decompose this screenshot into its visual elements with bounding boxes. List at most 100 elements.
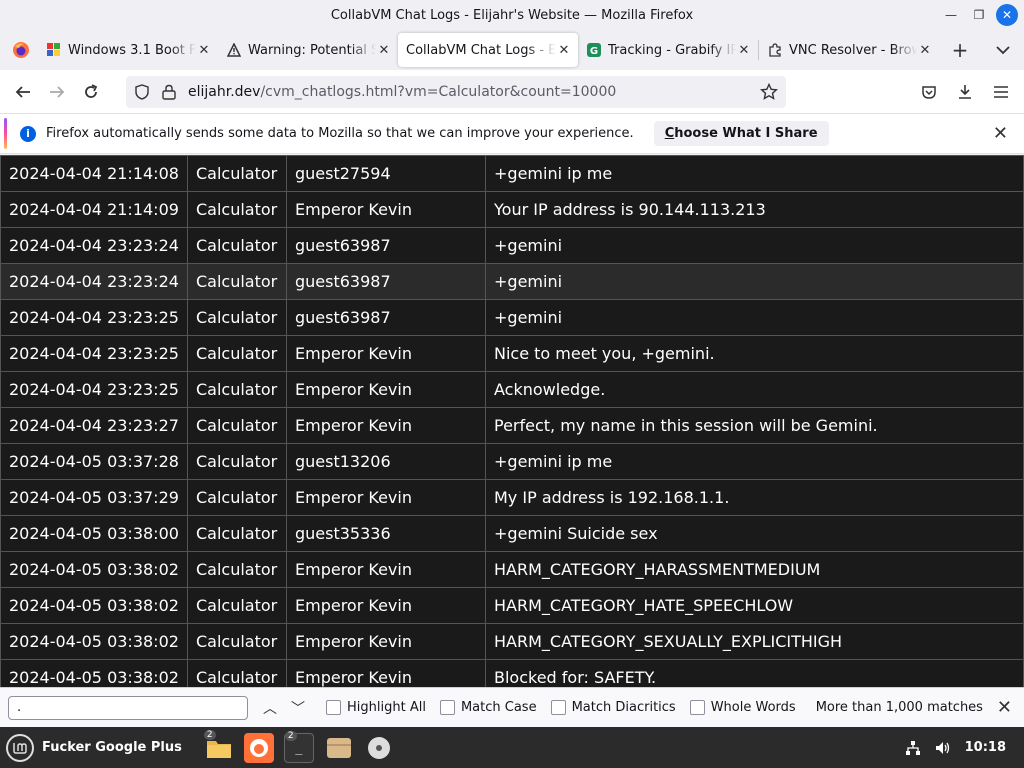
- log-vm: Calculator: [187, 191, 287, 228]
- new-tab-button[interactable]: +: [945, 35, 975, 65]
- log-row: 2024-04-04 23:23:27 Calculator Emperor Kev…: [0, 407, 1024, 444]
- minimize-button[interactable]: —: [940, 4, 962, 26]
- checkbox-box[interactable]: [689, 700, 705, 715]
- log-vm: Calculator: [187, 299, 287, 336]
- log-timestamp: 2024-04-04 21:14:08: [0, 155, 188, 192]
- tab-label: CollabVM Chat Logs - El: [406, 42, 556, 58]
- log-timestamp: 2024-04-04 23:23:25: [0, 335, 188, 372]
- firefox-icon: [13, 42, 29, 58]
- log-row: 2024-04-05 03:37:29 Calculator Emperor Kev…: [0, 479, 1024, 516]
- url-bar[interactable]: elijahr.dev/cvm_chatlogs.html?vm=Calcula…: [126, 75, 786, 108]
- data-collection-notification: i Firefox automatically sends some data …: [0, 114, 1024, 154]
- taskbar-terminal[interactable]: 2 _: [283, 730, 314, 763]
- choose-what-i-share-button[interactable]: Choose What I Share: [653, 121, 829, 146]
- log-username: Emperor Kevin: [286, 191, 486, 228]
- tab-warning[interactable]: Warning: Potential S ✕: [218, 33, 398, 67]
- app-menu-button[interactable]: [984, 77, 1018, 107]
- window-controls: — ❐ ✕: [940, 4, 1018, 26]
- log-row: 2024-04-05 03:38:02 Calculator Emperor Kev…: [0, 551, 1024, 588]
- log-username: guest63987: [286, 227, 486, 264]
- close-window-button[interactable]: ✕: [996, 4, 1018, 26]
- button-label-rest: hoose What I Share: [674, 126, 818, 141]
- window-title: CollabVM Chat Logs - Elijahr's Website —…: [330, 7, 694, 23]
- find-bar: ︿ ﹀ Highlight All Match Case Match Diacr…: [0, 687, 1024, 727]
- log-timestamp: 2024-04-05 03:38:02: [0, 587, 188, 624]
- checkbox-box[interactable]: [550, 700, 566, 715]
- clock[interactable]: 10:18: [965, 740, 1006, 755]
- shield-icon[interactable]: [134, 83, 150, 100]
- match-diacritics-checkbox[interactable]: Match Diacritics: [550, 700, 676, 715]
- log-vm: Calculator: [187, 155, 287, 192]
- highlight-all-checkbox[interactable]: Highlight All: [326, 700, 426, 715]
- log-timestamp: 2024-04-04 23:23:24: [0, 263, 188, 300]
- puzzle-icon: [767, 42, 783, 58]
- match-case-checkbox[interactable]: Match Case: [439, 700, 537, 715]
- forward-button[interactable]: [40, 77, 74, 107]
- tab-close-icon[interactable]: ✕: [917, 43, 933, 58]
- tab-close-icon[interactable]: ✕: [736, 43, 752, 58]
- firefox-icon: [249, 738, 268, 757]
- access-key-letter: C: [664, 126, 675, 141]
- log-message: HARM_CATEGORY_HARASSMENTMEDIUM: [485, 551, 1024, 588]
- tab-label: Warning: Potential S: [248, 42, 376, 58]
- chat-log-table: 2024-04-04 21:14:08 Calculator guest27594 +…: [0, 155, 1024, 687]
- firefox-view-button[interactable]: [4, 33, 38, 67]
- log-message: Acknowledge.: [485, 371, 1024, 408]
- find-previous-button[interactable]: ︿: [256, 698, 284, 718]
- log-message: Your IP address is 90.144.113.213: [485, 191, 1024, 228]
- lock-icon[interactable]: [162, 84, 176, 100]
- network-icon[interactable]: [905, 740, 921, 756]
- url-text: elijahr.dev/cvm_chatlogs.html?vm=Calcula…: [188, 84, 616, 100]
- find-next-button[interactable]: ﹀: [284, 698, 312, 718]
- list-all-tabs-button[interactable]: [988, 35, 1018, 65]
- log-timestamp: 2024-04-05 03:37:28: [0, 443, 188, 480]
- log-timestamp: 2024-04-04 23:23:25: [0, 299, 188, 336]
- log-vm: Calculator: [187, 443, 287, 480]
- log-row: 2024-04-04 21:14:08 Calculator guest27594 +…: [0, 155, 1024, 192]
- terminal-icon: _: [295, 740, 303, 755]
- log-message: +gemini Suicide sex: [485, 515, 1024, 552]
- close-find-bar-icon[interactable]: ✕: [997, 697, 1012, 718]
- maximize-button[interactable]: ❐: [968, 4, 990, 26]
- log-message: +gemini: [485, 227, 1024, 264]
- tab-collabvm-chat-logs[interactable]: CollabVM Chat Logs - El ✕: [398, 33, 578, 67]
- taskbar-firefox[interactable]: [243, 732, 274, 763]
- back-button[interactable]: [6, 77, 40, 107]
- checkbox-box[interactable]: [326, 700, 341, 715]
- taskbar-files[interactable]: 2: [203, 729, 234, 763]
- taskbar-archive[interactable]: [324, 733, 354, 763]
- chevron-down-icon: [996, 46, 1010, 55]
- tab-windows-boot[interactable]: Windows 3.1 Boot Fl ✕: [38, 33, 218, 67]
- desktop-taskbar: Fucker Google Plus 2 2 _ 10:18: [0, 727, 1024, 768]
- reload-button[interactable]: [74, 77, 108, 107]
- checkbox-box[interactable]: [439, 700, 455, 715]
- tab-close-icon[interactable]: ✕: [376, 43, 392, 58]
- volume-icon[interactable]: [935, 740, 951, 756]
- log-username: Emperor Kevin: [286, 623, 486, 660]
- log-username: Emperor Kevin: [286, 335, 486, 372]
- whole-words-checkbox[interactable]: Whole Words: [689, 700, 796, 715]
- tab-grabify[interactable]: G Tracking - Grabify IP ✕: [578, 33, 758, 67]
- log-message: HARM_CATEGORY_HATE_SPEECHLOW: [485, 587, 1024, 624]
- close-notification-icon[interactable]: ✕: [993, 123, 1008, 144]
- taskbar-disc[interactable]: [364, 733, 394, 763]
- match-case-label: Match Case: [460, 700, 537, 715]
- download-icon: [959, 84, 971, 99]
- log-vm: Calculator: [187, 407, 287, 444]
- menu-label[interactable]: Fucker Google Plus: [42, 740, 182, 755]
- bookmark-star-icon[interactable]: [760, 82, 778, 101]
- mint-menu-icon[interactable]: [6, 733, 34, 762]
- log-vm: Calculator: [187, 227, 287, 264]
- tab-close-icon[interactable]: ✕: [556, 43, 572, 58]
- log-row: 2024-04-04 23:23:25 Calculator Emperor Kev…: [0, 335, 1024, 372]
- log-timestamp: 2024-04-04 23:23:27: [0, 407, 188, 444]
- tab-vnc-resolver[interactable]: VNC Resolver - Brow ✕: [759, 33, 939, 67]
- pocket-button[interactable]: [912, 77, 946, 107]
- log-username: guest63987: [286, 299, 486, 336]
- toolbar-right: [912, 77, 1018, 107]
- tab-close-icon[interactable]: ✕: [196, 43, 212, 58]
- info-icon: i: [20, 125, 36, 142]
- log-vm: Calculator: [187, 263, 287, 300]
- find-input[interactable]: [8, 695, 248, 720]
- downloads-button[interactable]: [948, 77, 982, 107]
